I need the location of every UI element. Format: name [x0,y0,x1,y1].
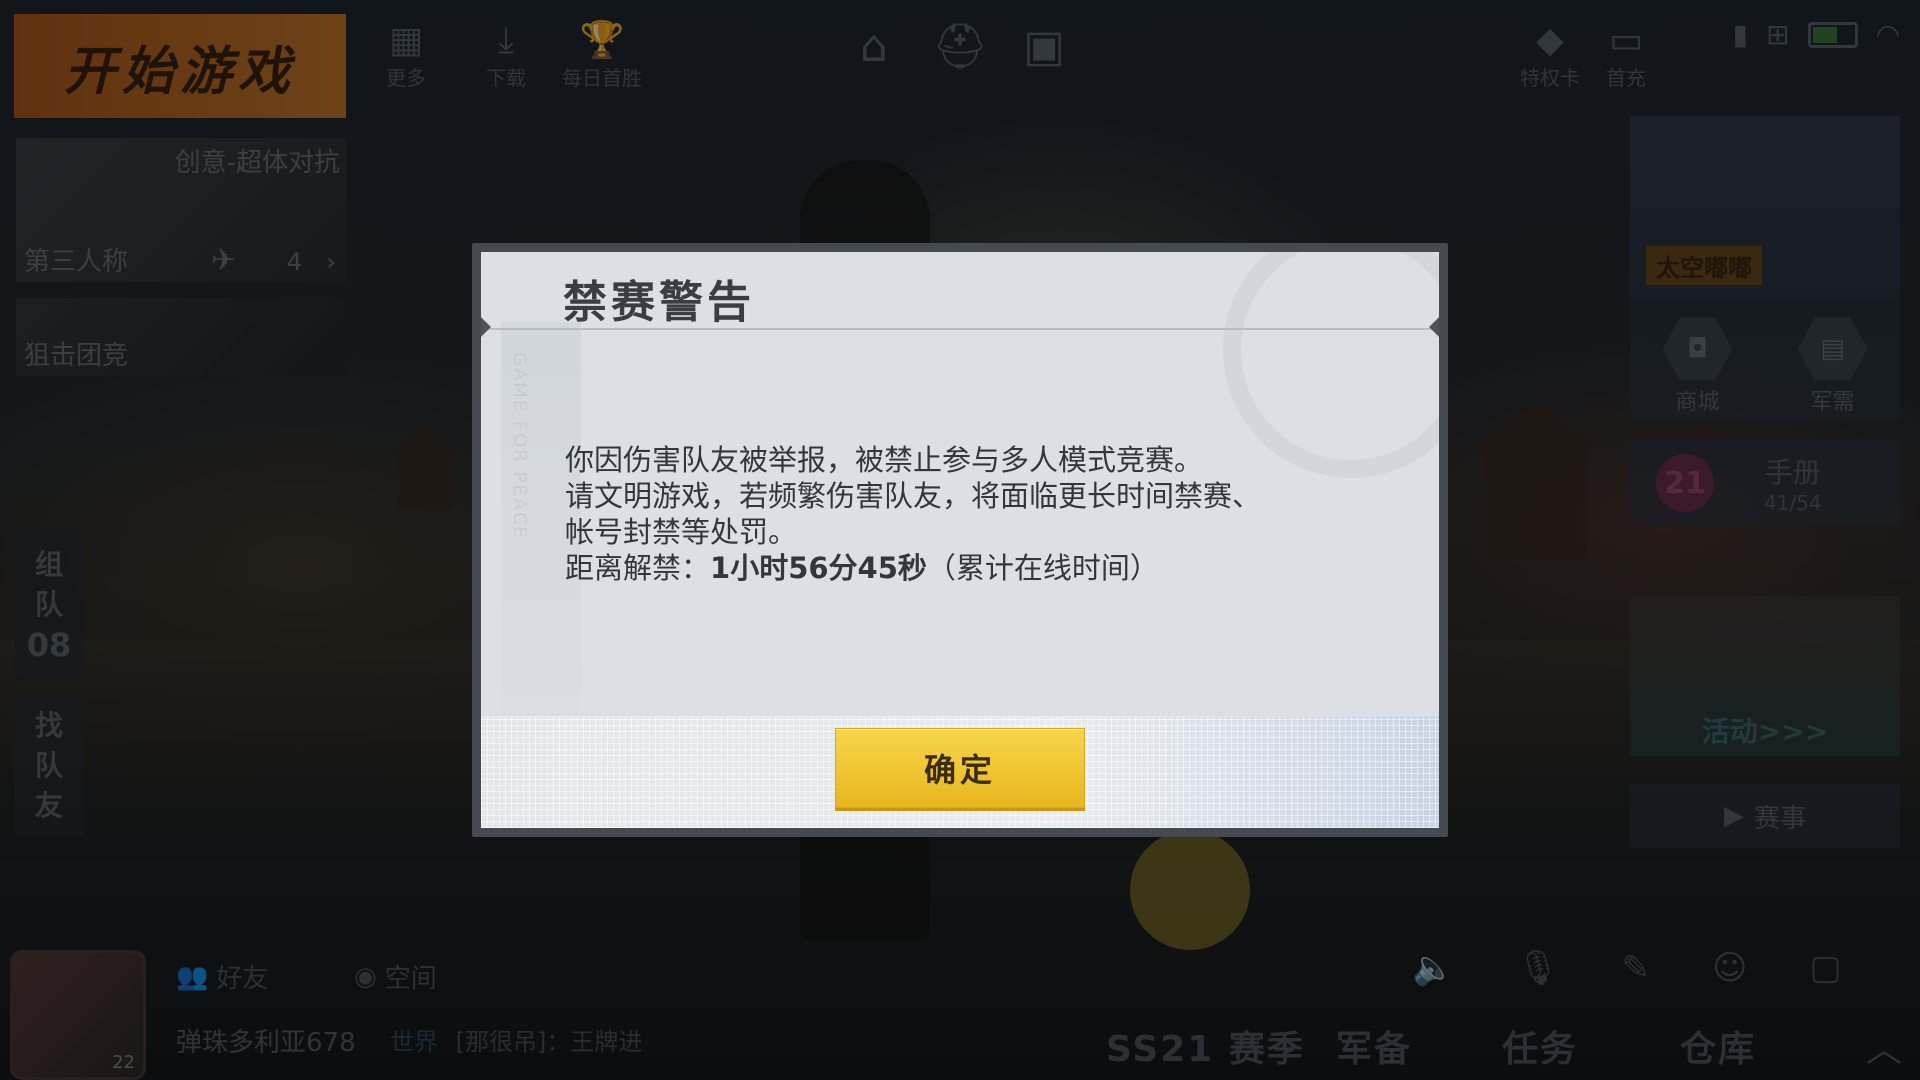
ban-warning-dialog: GAME FOR PEACE 禁赛警告 你因伤害队友被举报，被禁止参与多人模式竞… [481,252,1439,828]
message-line: 帐号封禁等处罚。 [565,515,798,549]
dialog-title: 禁赛警告 [563,277,755,328]
message-line: 请文明游戏，若频繁伤害队友，将面临更长时间禁赛、 [565,479,1262,513]
dialog-watermark-text: GAME FOR PEACE [509,352,530,540]
countdown-value: 1小时56分45秒 [710,551,927,585]
countdown-line: 距离解禁：1小时56分45秒（累计在线时间） [565,550,1379,586]
countdown-prefix: 距离解禁： [565,551,711,585]
confirm-button[interactable]: 确定 [835,728,1085,808]
countdown-suffix: （累计在线时间） [926,551,1159,585]
title-divider [481,328,1439,330]
divider-corner-left [481,317,491,337]
dialog-message: 你因伤害队友被举报，被禁止参与多人模式竞赛。 请文明游戏，若频繁伤害队友，将面临… [565,442,1379,586]
message-line: 你因伤害队友被举报，被禁止参与多人模式竞赛。 [565,443,1204,477]
